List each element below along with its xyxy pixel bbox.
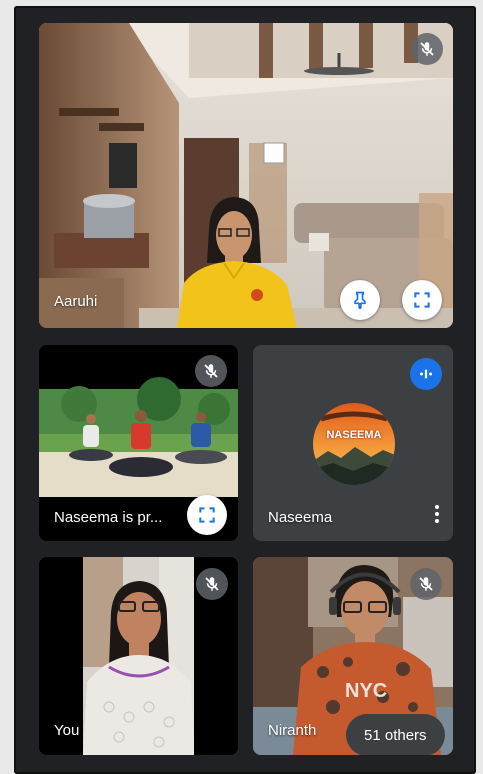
svg-text:NYC: NYC <box>345 680 387 702</box>
participant-name: Naseema is pr... <box>54 509 163 526</box>
participant-tile-you[interactable]: You <box>39 557 238 755</box>
participant-video-aaruhi <box>39 23 453 328</box>
mic-off-icon <box>196 568 228 600</box>
meeting-grid: Aaruhi Naseema is pr... NASEEMA Naseema … <box>14 6 476 774</box>
participant-tile-aaruhi[interactable]: Aaruhi <box>39 23 453 328</box>
avatar: NASEEMA <box>313 403 395 485</box>
fullscreen-button[interactable] <box>187 495 227 535</box>
more-vert-icon <box>435 505 439 509</box>
participant-name: You <box>54 722 80 739</box>
participant-name: Naseema <box>268 509 333 526</box>
fullscreen-icon <box>199 507 215 523</box>
speaking-indicator-icon <box>410 358 442 390</box>
presentation-tile[interactable]: Naseema is pr... <box>39 345 238 541</box>
participant-tile-niranth[interactable]: NYC Niranth 51 others <box>253 557 453 755</box>
mic-off-icon <box>195 355 227 387</box>
pin-icon <box>354 291 366 310</box>
avatar-text: NASEEMA <box>326 429 382 441</box>
participant-name: Aaruhi <box>54 293 98 310</box>
fullscreen-icon <box>414 292 430 308</box>
fullscreen-button[interactable] <box>402 280 442 320</box>
participant-name: Niranth <box>268 722 317 739</box>
more-options-button[interactable] <box>434 505 440 523</box>
mic-off-icon <box>411 33 443 65</box>
pin-button[interactable] <box>340 280 380 320</box>
mic-off-icon <box>410 568 442 600</box>
participant-tile-naseema[interactable]: NASEEMA Naseema <box>253 345 453 541</box>
others-button[interactable]: 51 others <box>346 714 445 755</box>
